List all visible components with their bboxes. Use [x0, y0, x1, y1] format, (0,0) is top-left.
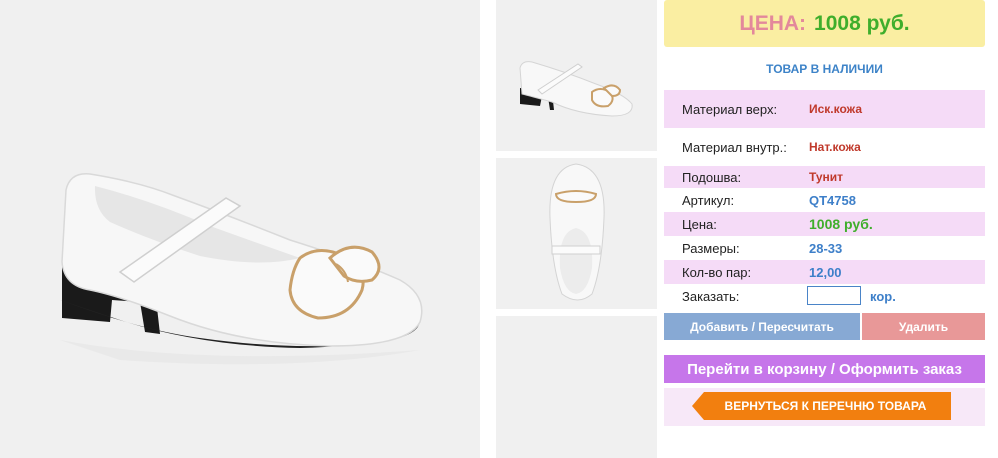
- add-recalculate-button[interactable]: Добавить / Пересчитать: [664, 313, 860, 340]
- stock-status: ТОВАР В НАЛИЧИИ: [766, 62, 883, 76]
- price-value: 1008 руб.: [814, 11, 910, 35]
- spec-label: Артикул:: [682, 192, 735, 208]
- back-to-list-button[interactable]: ВЕРНУТЬСЯ К ПЕРЕЧНЮ ТОВАРА: [692, 392, 951, 420]
- spec-label: Материал верх:: [682, 101, 778, 117]
- spec-label: Кол-во пар:: [682, 264, 752, 280]
- thumbnail-top-view[interactable]: [496, 158, 657, 309]
- spec-row-price: Цена: 1008 руб.: [664, 212, 985, 236]
- spec-label: Размеры:: [682, 240, 740, 256]
- price-banner: ЦЕНА: 1008 руб.: [664, 0, 985, 47]
- order-row: Заказать: кор.: [664, 284, 985, 308]
- delete-button[interactable]: Удалить: [862, 313, 985, 340]
- main-product-image[interactable]: [0, 0, 480, 458]
- back-button-area: ВЕРНУТЬСЯ К ПЕРЕЧНЮ ТОВАРА: [664, 388, 985, 426]
- spec-label: Цена:: [682, 216, 717, 232]
- spec-row-upper-material: Материал верх: Иск.кожа: [664, 90, 985, 128]
- spec-row-article: Артикул: QT4758: [664, 188, 985, 212]
- order-unit: кор.: [870, 288, 896, 304]
- spec-row-inner-material: Материал внутр.: Нат.кожа: [664, 128, 985, 166]
- go-to-cart-button[interactable]: Перейти в корзину / Оформить заказ: [664, 355, 985, 383]
- spec-row-pairs: Кол-во пар: 12,00: [664, 260, 985, 284]
- spec-row-sizes: Размеры: 28-33: [664, 236, 985, 260]
- thumbnail-side-view[interactable]: [496, 0, 657, 151]
- spec-value: 12,00: [809, 264, 842, 280]
- specs-table: Материал верх: Иск.кожа Материал внутр.:…: [664, 90, 985, 308]
- spec-label: Материал внутр.:: [682, 139, 787, 155]
- shoe-top-image: [549, 163, 605, 301]
- spec-value: Тунит: [809, 170, 844, 184]
- spec-label: Подошва:: [682, 169, 742, 185]
- spec-value: 28-33: [809, 240, 843, 256]
- spec-value: 1008 руб.: [809, 216, 873, 232]
- spec-row-sole: Подошва: Тунит: [664, 166, 985, 188]
- product-info-panel: ЦЕНА: 1008 руб. ТОВАР В НАЛИЧИИ Материал…: [664, 0, 998, 458]
- order-quantity-input[interactable]: [807, 286, 861, 305]
- shoe-image: [60, 173, 423, 365]
- spec-value: Иск.кожа: [809, 102, 862, 116]
- spec-value: Нат.кожа: [809, 140, 861, 154]
- price-label: ЦЕНА:: [739, 11, 807, 35]
- shoe-side-image: [519, 61, 633, 117]
- spec-value: QT4758: [809, 192, 856, 208]
- order-label: Заказать:: [682, 288, 740, 304]
- thumbnail-empty[interactable]: [496, 316, 657, 458]
